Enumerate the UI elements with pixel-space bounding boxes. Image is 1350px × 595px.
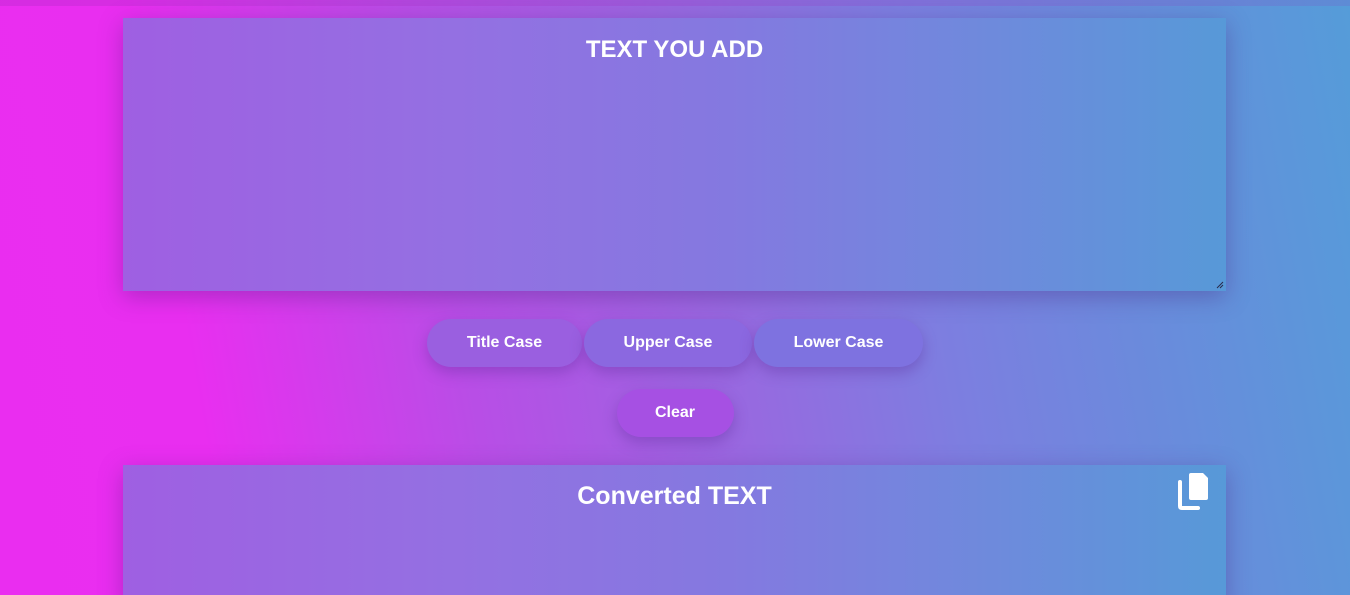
lower-case-button[interactable]: Lower Case — [754, 319, 923, 367]
title-case-button[interactable]: Title Case — [427, 319, 582, 367]
input-textarea[interactable] — [123, 78, 1226, 291]
resize-handle-icon[interactable] — [1215, 280, 1224, 289]
copy-icon[interactable] — [1176, 470, 1210, 510]
case-button-row: Title Case Upper Case Lower Case — [0, 319, 1350, 367]
clear-button-row: Clear — [0, 389, 1350, 437]
clear-button[interactable]: Clear — [616, 389, 734, 437]
output-title: Converted TEXT — [577, 482, 772, 510]
output-panel: Converted TEXT — [123, 465, 1226, 595]
upper-case-button[interactable]: Upper Case — [584, 319, 752, 367]
input-title: TEXT YOU ADD — [585, 36, 764, 63]
input-panel: TEXT YOU ADD — [123, 18, 1226, 291]
